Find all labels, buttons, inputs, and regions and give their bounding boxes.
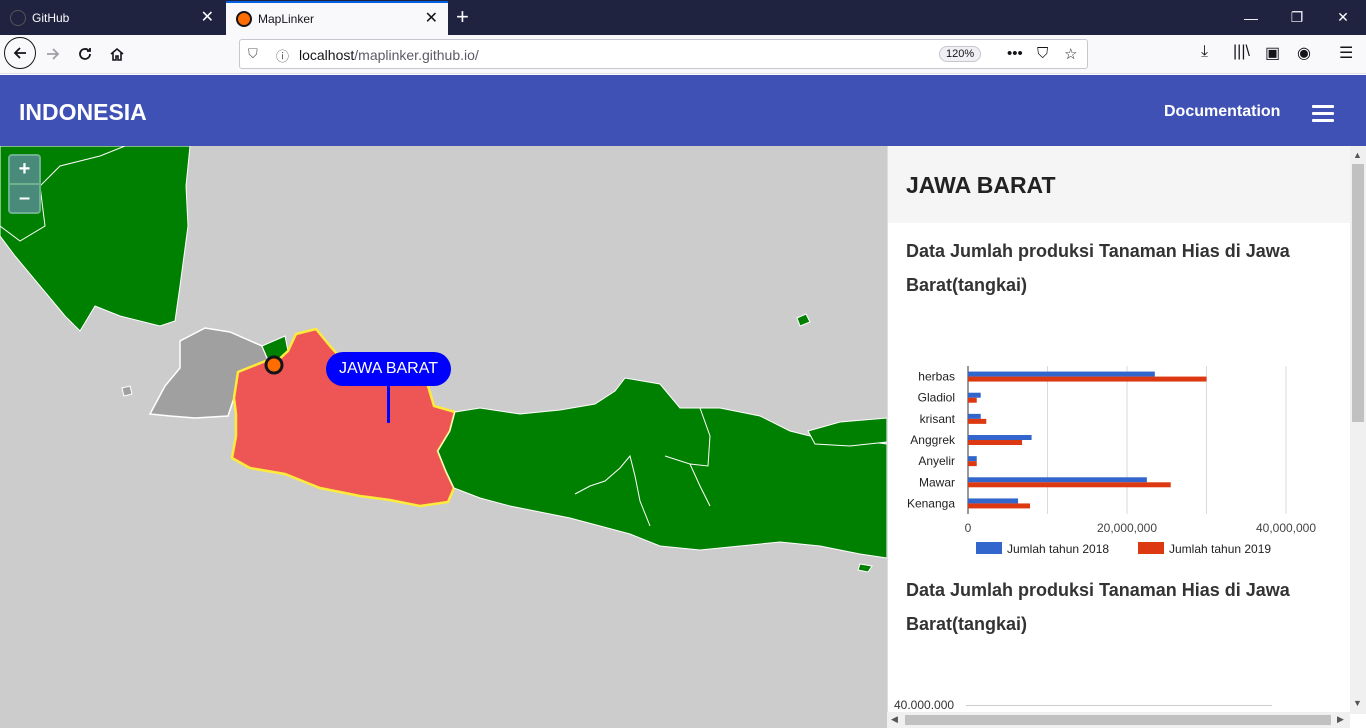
tooltip-stem: [387, 386, 390, 423]
scroll-left-icon[interactable]: ◀: [891, 714, 898, 725]
bar: [968, 371, 1155, 377]
browser-navbar: ⛉ ⓘ localhost/maplinker.github.io/ 120% …: [0, 35, 1366, 74]
chart2-gridline: [966, 705, 1272, 706]
bar: [968, 435, 1032, 440]
zoom-out-button[interactable]: –: [10, 185, 39, 212]
panel-vertical-scrollbar[interactable]: ▲ ▼: [1350, 146, 1366, 714]
category-label: Kenanga: [907, 496, 955, 510]
reload-button[interactable]: [70, 39, 100, 69]
close-icon[interactable]: ✕: [425, 11, 438, 27]
legend-swatch: [976, 542, 1002, 554]
forward-button[interactable]: [38, 39, 68, 69]
region-tooltip: JAWA BARAT: [326, 352, 451, 386]
tab-label: MapLinker: [258, 12, 315, 26]
tab-github[interactable]: GitHub ✕: [0, 0, 224, 35]
shield-icon[interactable]: ⛉: [248, 46, 258, 62]
bar: [968, 477, 1147, 483]
library-icon[interactable]: |||\: [1233, 43, 1250, 61]
new-tab-button[interactable]: +: [456, 5, 469, 29]
chart2-axis-label: 40.000.000: [894, 698, 955, 712]
browser-tabbar: GitHub ✕ MapLinker ✕ + — ❐ ✕: [0, 0, 1366, 35]
bar-chart-svg: herbas Gladiol krisant Anggrek Anyelir Mawar K…: [907, 366, 1316, 556]
github-icon: [10, 9, 26, 26]
zoom-control: + –: [8, 154, 41, 214]
bar: [968, 376, 1207, 382]
category-label: krisant: [920, 412, 956, 426]
panel-title: JAWA BARAT: [906, 172, 1056, 198]
map-view[interactable]: + – JAWA BARAT: [0, 146, 887, 728]
region-banten-islet: [121, 385, 133, 397]
bar: [968, 482, 1171, 488]
bar: [968, 440, 1023, 445]
region-islet-south: [857, 563, 873, 573]
x-tick-label: 40,000,000: [1256, 521, 1316, 535]
region-small-island: [796, 313, 811, 327]
close-icon[interactable]: ✕: [201, 9, 214, 26]
location-marker: [264, 355, 284, 375]
scroll-thumb-h[interactable]: [905, 715, 1331, 725]
bar: [968, 418, 987, 424]
info-icon[interactable]: ⓘ: [276, 46, 289, 65]
zoom-in-button[interactable]: +: [10, 156, 39, 183]
back-button[interactable]: [4, 37, 36, 69]
category-label: Anyelir: [918, 454, 955, 468]
menu-icon[interactable]: ☰: [1339, 43, 1353, 63]
page-actions-icon[interactable]: •••: [1007, 45, 1023, 62]
category-label: Anggrek: [910, 433, 956, 447]
restore-button[interactable]: ❐: [1274, 0, 1320, 35]
category-label: Gladiol: [918, 391, 955, 405]
bar-chart: herbas Gladiol krisant Anggrek Anyelir Mawar K…: [888, 356, 1350, 566]
x-tick-label: 0: [965, 521, 972, 535]
bar: [968, 498, 1019, 504]
zoom-indicator[interactable]: 120%: [939, 46, 982, 62]
home-icon: [110, 47, 124, 61]
forward-arrow-icon: [47, 48, 60, 60]
category-label: herbas: [918, 370, 955, 384]
home-button[interactable]: [102, 39, 132, 69]
bar: [968, 503, 1031, 509]
scroll-right-icon[interactable]: ▶: [1337, 714, 1344, 725]
bar: [968, 461, 977, 467]
bar: [968, 392, 981, 398]
chart1-title: Data Jumlah produksi Tanaman Hias di Jaw…: [906, 241, 1290, 295]
maplinker-icon: [236, 11, 252, 27]
scroll-thumb[interactable]: [1352, 164, 1364, 422]
region-jawa-tengah: [437, 377, 887, 559]
tab-label: GitHub: [32, 10, 70, 25]
legend-label: Jumlah tahun 2018: [1007, 542, 1109, 556]
scroll-up-icon[interactable]: ▲: [1353, 150, 1362, 160]
x-tick-label: 20,000,000: [1097, 521, 1157, 535]
app-title[interactable]: INDONESIA: [19, 99, 147, 126]
reload-icon: [79, 48, 91, 60]
back-arrow-icon: [13, 47, 26, 59]
bar: [968, 397, 977, 403]
chart2-title: Data Jumlah produksi Tanaman Hias di Jaw…: [906, 580, 1290, 634]
documentation-link[interactable]: Documentation: [1164, 103, 1280, 121]
category-label: Mawar: [919, 475, 955, 489]
hamburger-menu-icon[interactable]: [1312, 105, 1334, 122]
bar: [968, 456, 977, 462]
app-header: INDONESIA Documentation: [0, 75, 1366, 146]
bookmark-star-icon[interactable]: ☆: [1064, 45, 1077, 63]
panel-horizontal-scrollbar[interactable]: ◀ ▶: [887, 712, 1350, 728]
info-panel: JAWA BARAT Data Jumlah produksi Tanaman …: [887, 146, 1350, 714]
legend-swatch: [1138, 542, 1164, 554]
minimize-button[interactable]: —: [1228, 0, 1274, 35]
map-canvas: [0, 146, 887, 573]
region-madura: [807, 417, 887, 447]
scroll-down-icon[interactable]: ▼: [1353, 698, 1362, 708]
panel-header: JAWA BARAT: [888, 146, 1350, 223]
close-window-button[interactable]: ✕: [1320, 0, 1366, 35]
url-bar[interactable]: ⛉ ⓘ localhost/maplinker.github.io/ 120% …: [239, 39, 1088, 69]
pocket-icon[interactable]: ⛉: [1037, 45, 1048, 62]
legend-label: Jumlah tahun 2019: [1169, 542, 1271, 556]
url-text[interactable]: localhost/maplinker.github.io/: [299, 47, 479, 63]
tab-maplinker[interactable]: MapLinker ✕: [226, 1, 448, 35]
account-icon[interactable]: ◉: [1297, 43, 1311, 63]
sidebar-icon[interactable]: ▣: [1265, 43, 1280, 63]
bar: [968, 413, 981, 419]
download-icon[interactable]: ⤓: [1201, 43, 1208, 61]
